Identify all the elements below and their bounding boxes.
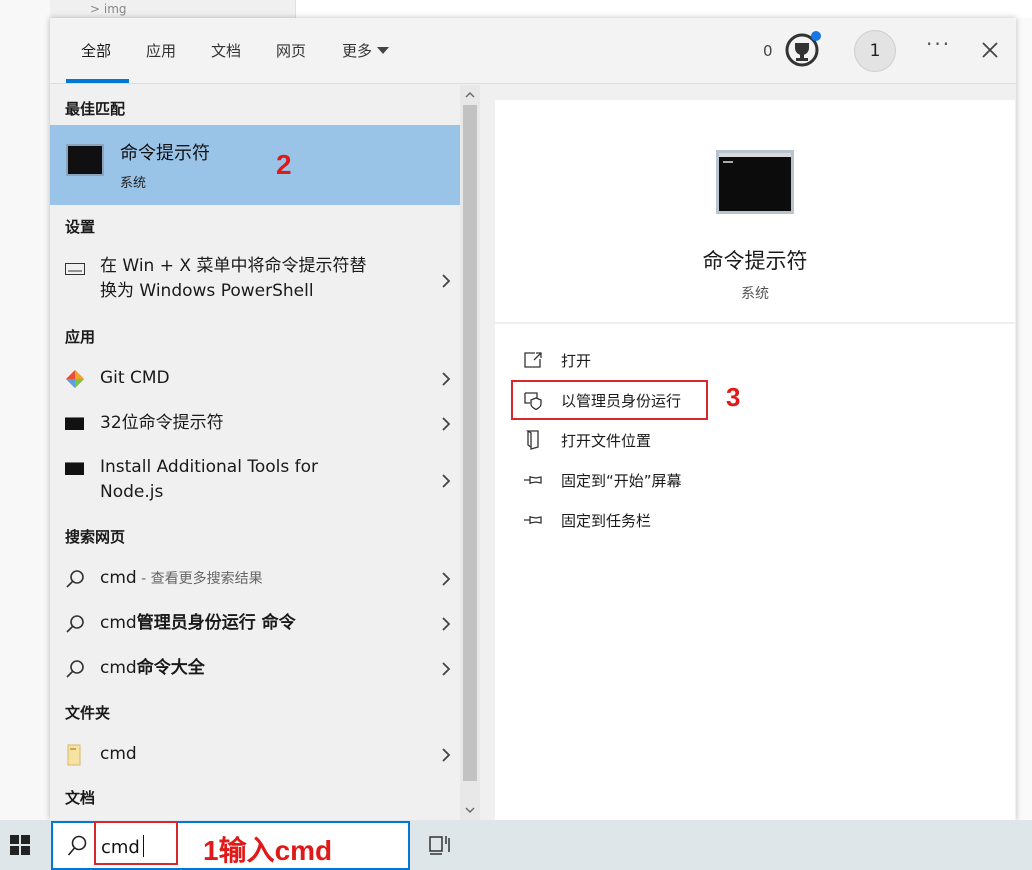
pin-icon xyxy=(524,516,542,524)
tab-more-label: 更多 xyxy=(342,42,373,60)
web-item-suggestion: 管理员身份运行 命令 xyxy=(136,613,296,633)
pin-icon xyxy=(524,476,542,484)
task-view-icon[interactable] xyxy=(428,832,452,856)
command-prompt-large-icon xyxy=(716,150,794,214)
command-prompt-icon xyxy=(65,462,84,475)
chevron-right-icon[interactable] xyxy=(440,572,452,586)
icon-titlebar xyxy=(719,153,791,157)
search-input-highlight xyxy=(94,821,178,865)
step-3-annotation: 3 xyxy=(726,382,741,412)
git-icon xyxy=(66,370,84,388)
search-icon xyxy=(67,835,87,856)
best-match-subtitle: 系统 xyxy=(120,176,147,191)
search-header: 全部 应用 文档 网页 更多 0 1 ··· xyxy=(50,18,1016,84)
chevron-right-icon[interactable] xyxy=(440,662,452,676)
app-item-line2: Node.js xyxy=(100,482,164,502)
active-tab-indicator xyxy=(66,79,129,83)
app-item-32bit-cmd[interactable]: 32位命令提示符 xyxy=(50,410,460,440)
settings-item-line1: 在 Win + X 菜单中将命令提示符替 xyxy=(100,256,367,276)
close-icon[interactable] xyxy=(978,38,1002,62)
action-label: 打开文件位置 xyxy=(561,432,652,450)
section-apps: 应用 xyxy=(65,328,96,346)
section-best-match: 最佳匹配 xyxy=(65,100,126,118)
tab-all[interactable]: 全部 xyxy=(81,40,111,61)
app-item-node-tools[interactable]: Install Additional Tools for Node.js xyxy=(50,455,460,509)
chevron-right-icon[interactable] xyxy=(440,417,452,431)
background-explorer-strip: > img xyxy=(50,0,296,18)
app-item-git-cmd[interactable]: Git CMD xyxy=(50,365,460,395)
app-item-label: 32位命令提示符 xyxy=(100,413,224,433)
step-2-annotation: 2 xyxy=(276,149,292,180)
app-item-label: Git CMD xyxy=(100,368,170,388)
background-window xyxy=(0,0,50,820)
command-prompt-icon xyxy=(65,417,84,430)
trophy-icon[interactable] xyxy=(783,30,821,68)
tab-documents[interactable]: 文档 xyxy=(211,40,241,61)
chevron-right-icon[interactable] xyxy=(440,617,452,631)
web-item-query: cmd xyxy=(100,658,137,678)
background-breadcrumb: > img xyxy=(90,2,127,16)
best-match-title: 命令提示符 xyxy=(120,143,210,164)
scroll-up-icon[interactable] xyxy=(465,90,475,100)
command-prompt-icon xyxy=(66,144,104,176)
web-item-label: cmd命令大全 xyxy=(100,656,205,681)
section-web: 搜索网页 xyxy=(65,528,126,546)
app-item-label: Install Additional Tools for Node.js xyxy=(100,455,318,505)
open-icon xyxy=(524,352,542,368)
settings-item-label: 在 Win + X 菜单中将命令提示符替 换为 Windows PowerShe… xyxy=(100,254,366,304)
web-item-label: cmd管理员身份运行 命令 xyxy=(100,611,296,636)
search-icon xyxy=(66,660,84,678)
search-icon xyxy=(66,570,84,588)
search-icon xyxy=(66,615,84,633)
windows-start-icon[interactable] xyxy=(10,835,30,855)
tab-more[interactable]: 更多 xyxy=(342,40,390,61)
web-item-hint: - 查看更多搜索结果 xyxy=(136,571,263,587)
section-settings: 设置 xyxy=(65,218,96,236)
action-label: 打开 xyxy=(561,352,592,370)
web-item-label: cmd - 查看更多搜索结果 xyxy=(100,566,263,592)
web-item-query: cmd xyxy=(100,613,137,633)
detail-title: 命令提示符 xyxy=(702,249,808,273)
folder-icon xyxy=(67,744,81,766)
chevron-right-icon[interactable] xyxy=(440,474,452,488)
folder-item-cmd[interactable]: cmd xyxy=(50,741,460,771)
rewards-points: 0 xyxy=(763,42,773,60)
keyboard-icon xyxy=(65,263,85,275)
chevron-right-icon[interactable] xyxy=(440,372,452,386)
scroll-down-icon[interactable] xyxy=(465,805,475,815)
file-location-icon xyxy=(525,430,539,450)
web-item-suggestion: 命令大全 xyxy=(136,658,205,678)
settings-item-powershell[interactable]: 在 Win + X 菜单中将命令提示符替 换为 Windows PowerShe… xyxy=(50,254,460,308)
chevron-right-icon[interactable] xyxy=(440,748,452,762)
app-item-line1: Install Additional Tools for xyxy=(100,457,318,477)
action-label: 固定到“开始”屏幕 xyxy=(561,472,682,490)
background-window-edge xyxy=(1014,18,1032,820)
scrollbar-thumb[interactable] xyxy=(463,105,477,781)
web-item-query: cmd xyxy=(100,568,137,588)
chevron-down-icon xyxy=(377,47,390,54)
section-folders: 文件夹 xyxy=(65,704,111,722)
detail-header: 命令提示符 系统 xyxy=(495,100,1015,322)
icon-prompt xyxy=(723,161,733,163)
search-panel: 全部 应用 文档 网页 更多 0 1 ··· 最佳匹配 命令提示符 系统 2 设… xyxy=(50,18,1016,820)
step-1-annotation: 1输入cmd xyxy=(203,835,333,866)
chevron-right-icon[interactable] xyxy=(440,274,452,288)
folder-item-label: cmd xyxy=(100,744,137,764)
avatar[interactable]: 1 xyxy=(854,30,896,72)
detail-subtitle: 系统 xyxy=(741,286,769,302)
web-item-more-results[interactable]: cmd - 查看更多搜索结果 xyxy=(50,565,460,595)
settings-item-line2: 换为 Windows PowerShell xyxy=(100,281,314,301)
section-documents: 文档 xyxy=(65,789,96,807)
web-item-admin-run[interactable]: cmd管理员身份运行 命令 xyxy=(50,610,460,640)
action-label: 固定到任务栏 xyxy=(561,512,652,530)
web-item-command-list[interactable]: cmd命令大全 xyxy=(50,655,460,685)
tab-web[interactable]: 网页 xyxy=(276,40,306,61)
best-match-item[interactable]: 命令提示符 系统 2 xyxy=(50,125,460,205)
run-as-admin-highlight xyxy=(511,380,708,420)
results-scrollbar[interactable] xyxy=(460,85,480,820)
more-options-icon[interactable]: ··· xyxy=(926,32,951,56)
tab-apps[interactable]: 应用 xyxy=(146,40,176,61)
